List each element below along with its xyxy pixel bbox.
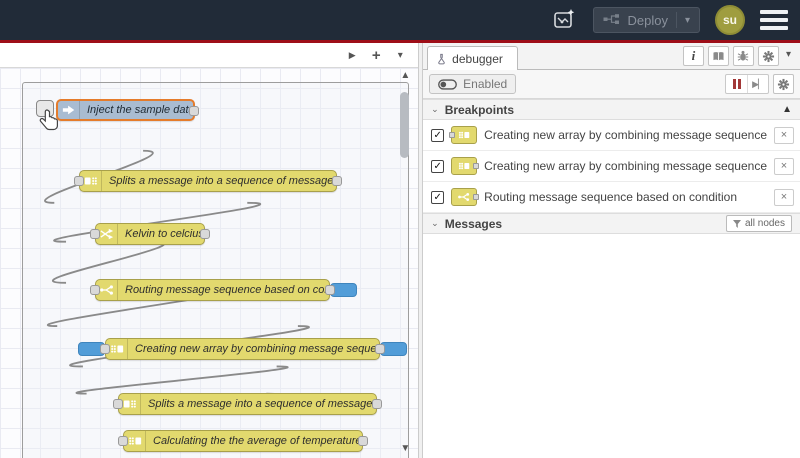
node-label: Calculating the the average of temperatu… <box>153 435 362 447</box>
ai-assistant-icon[interactable] <box>550 7 578 33</box>
filter-funnel-icon <box>732 219 741 228</box>
input-port[interactable] <box>74 176 84 186</box>
join-node-icon <box>449 126 478 144</box>
input-port[interactable] <box>118 436 128 446</box>
scroll-top-triangle-icon[interactable]: ▲ <box>782 104 792 115</box>
output-port[interactable] <box>332 176 342 186</box>
app-header: Deploy ▾ su <box>0 0 800 40</box>
messages-empty-area <box>423 234 800 458</box>
remove-breakpoint-button[interactable]: × <box>774 157 794 175</box>
scroll-tabs-right-icon[interactable]: ▶ <box>342 45 362 65</box>
section-title: Breakpoints <box>444 102 515 117</box>
deploy-button[interactable]: Deploy ▾ <box>592 7 700 33</box>
input-port[interactable] <box>90 285 100 295</box>
collapse-chevron-icon: ⌄ <box>431 104 439 114</box>
join-node-icon <box>451 157 480 175</box>
sidebar-tabs-chevron-down-icon[interactable]: ▾ <box>783 49 794 63</box>
breakpoint-row[interactable]: ✓ Routing message sequence based on cond… <box>423 182 800 213</box>
debugger-settings-gear-icon[interactable] <box>773 74 794 94</box>
step-button[interactable]: ▶▏ <box>747 75 768 93</box>
node-label: Splits a message into a sequence of mess… <box>148 398 376 410</box>
node-label: Splits a message into a sequence of mess… <box>109 175 336 187</box>
section-title: Messages <box>444 216 503 231</box>
breakpoint-checkbox[interactable]: ✓ <box>431 190 445 204</box>
pause-button[interactable] <box>726 75 747 93</box>
remove-breakpoint-button[interactable]: × <box>774 126 794 144</box>
breakpoint-label: Routing message sequence based on condit… <box>484 190 738 204</box>
breakpoint-checkbox[interactable]: ✓ <box>431 128 445 142</box>
canvas-scrollbar-thumb[interactable] <box>400 92 410 158</box>
canvas-scroll-down-icon[interactable]: ▼ <box>400 443 410 454</box>
input-port[interactable] <box>90 229 100 239</box>
input-port-marker <box>449 132 456 138</box>
output-port[interactable] <box>372 399 382 409</box>
breakpoint-label: Creating new array by combining message … <box>484 159 767 173</box>
deploy-chevron-down-icon[interactable]: ▾ <box>685 15 690 26</box>
pause-icon <box>732 79 741 89</box>
filter-label: all nodes <box>744 218 785 229</box>
flow-editor: ▶ + ▾ Inject the sample data Splits a me… <box>0 43 419 458</box>
sidebar-tabbar: debugger i ▾ <box>423 43 800 70</box>
input-port[interactable] <box>113 399 123 409</box>
info-tab-button[interactable]: i <box>682 46 704 66</box>
flow-tabbar: ▶ + ▾ <box>0 43 419 68</box>
output-port[interactable] <box>200 229 210 239</box>
output-port[interactable] <box>189 106 199 116</box>
message-filter-button[interactable]: all nodes <box>725 215 792 232</box>
breakpoint-label: Creating new array by combining message … <box>484 128 767 142</box>
flow-canvas[interactable]: Inject the sample data Splits a message … <box>0 68 419 458</box>
node-switch[interactable]: Routing message sequence based on condit… <box>90 279 357 301</box>
node-label: Inject the sample data <box>87 104 193 116</box>
node-label: Routing message sequence based on condit… <box>125 284 329 296</box>
output-port-marker <box>473 163 480 169</box>
remove-breakpoint-button[interactable]: × <box>774 188 794 206</box>
canvas-scroll-up-icon[interactable]: ▲ <box>400 70 410 81</box>
node-join[interactable]: Calculating the the average of temperatu… <box>118 430 368 452</box>
bug-icon[interactable] <box>732 46 754 66</box>
node-label: Kelvin to celcius <box>125 228 204 240</box>
node-inject[interactable]: Inject the sample data <box>56 99 199 121</box>
node-label: Creating new array by combining message … <box>135 343 379 355</box>
breakpoint-row[interactable]: ✓ Creating new array by combining messag… <box>423 120 800 151</box>
output-port-marker <box>473 194 480 200</box>
enabled-label: Enabled <box>463 77 508 91</box>
user-avatar[interactable]: su <box>715 5 745 35</box>
main-menu-icon[interactable] <box>760 9 788 31</box>
output-port[interactable] <box>325 285 335 295</box>
node-change[interactable]: Kelvin to celcius <box>90 223 210 245</box>
help-book-icon[interactable] <box>707 46 729 66</box>
add-flow-button[interactable]: + <box>366 45 386 65</box>
tab-label: debugger <box>452 51 503 66</box>
deploy-icon <box>603 13 620 28</box>
node-split[interactable]: Splits a message into a sequence of mess… <box>74 170 342 192</box>
tab-debugger[interactable]: debugger <box>427 46 518 70</box>
deploy-label: Deploy <box>627 12 668 28</box>
toggle-icon <box>438 78 458 90</box>
inject-icon <box>58 101 80 119</box>
pointer-cursor-icon <box>39 108 61 137</box>
gear-icon[interactable] <box>757 46 779 66</box>
deploy-separator <box>675 12 677 28</box>
flow-list-chevron-down-icon[interactable]: ▾ <box>390 45 410 65</box>
input-port[interactable] <box>100 344 110 354</box>
debugger-toolbar: Enabled ▶▏ <box>423 70 800 99</box>
output-port[interactable] <box>358 436 368 446</box>
breakpoint-checkbox[interactable]: ✓ <box>431 159 445 173</box>
node-join[interactable]: Creating new array by combining message … <box>78 338 407 360</box>
flask-icon <box>438 53 445 64</box>
messages-section-header[interactable]: ⌄ Messages all nodes <box>423 213 800 234</box>
debugger-enabled-toggle[interactable]: Enabled <box>429 74 517 94</box>
output-port[interactable] <box>375 344 385 354</box>
breakpoints-section-header[interactable]: ⌄ Breakpoints ▲ <box>423 99 800 120</box>
step-icon: ▶▏ <box>752 78 765 89</box>
debug-sidebar: debugger i ▾ Enabled ▶▏ ⌄ Breakpoints ▲ … <box>423 43 800 458</box>
switch-node-icon <box>451 188 480 206</box>
collapse-chevron-icon: ⌄ <box>431 218 439 228</box>
node-split[interactable]: Splits a message into a sequence of mess… <box>113 393 382 415</box>
breakpoint-row[interactable]: ✓ Creating new array by combining messag… <box>423 151 800 182</box>
